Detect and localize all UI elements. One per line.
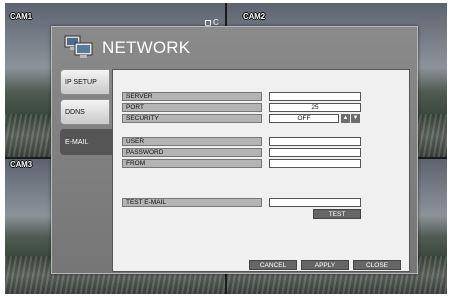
camera-label-3: CAM3: [10, 160, 32, 169]
user-field[interactable]: [269, 137, 361, 146]
camera-label-2: CAM2: [243, 12, 265, 21]
dvr-screen: CAM1 CAM2 CAM3 C NETWORK IP SETUP DDNS E…: [5, 3, 447, 294]
arrow-down-icon[interactable]: ▼: [351, 114, 360, 123]
password-field[interactable]: [269, 148, 361, 157]
network-computers-icon: [64, 35, 93, 58]
tab-email[interactable]: E-MAIL: [60, 129, 113, 155]
server-field[interactable]: [269, 92, 361, 101]
security-arrows: ▲ ▼: [341, 114, 360, 123]
dialog-title: NETWORK: [102, 38, 191, 57]
test-email-field[interactable]: [269, 198, 361, 207]
test-email-label: TEST E-MAIL: [122, 198, 262, 207]
tab-ddns[interactable]: DDNS: [60, 99, 110, 125]
port-field[interactable]: 25: [269, 103, 361, 112]
apply-button[interactable]: APPLY: [301, 260, 349, 270]
email-settings-panel: SERVER PORT 25 SECURITY OFF ▲ ▼ USER PAS…: [112, 69, 410, 272]
dialog-header: NETWORK: [52, 27, 417, 67]
camera-label-1: CAM1: [10, 12, 32, 21]
user-label: USER: [122, 137, 262, 146]
server-label: SERVER: [122, 92, 262, 101]
arrow-up-icon[interactable]: ▲: [341, 114, 350, 123]
test-button[interactable]: TEST: [313, 209, 361, 219]
tab-ip-setup[interactable]: IP SETUP: [60, 69, 110, 95]
password-label: PASSWORD: [122, 148, 262, 157]
port-label: PORT: [122, 103, 262, 112]
security-select[interactable]: OFF: [269, 114, 339, 123]
from-label: FROM: [122, 159, 262, 168]
cancel-button[interactable]: CANCEL: [249, 260, 297, 270]
record-box-icon: [205, 19, 211, 26]
from-field[interactable]: [269, 159, 361, 168]
security-label: SECURITY: [122, 114, 262, 123]
close-button[interactable]: CLOSE: [353, 260, 401, 270]
network-dialog: NETWORK IP SETUP DDNS E-MAIL SERVER PORT…: [51, 26, 418, 274]
